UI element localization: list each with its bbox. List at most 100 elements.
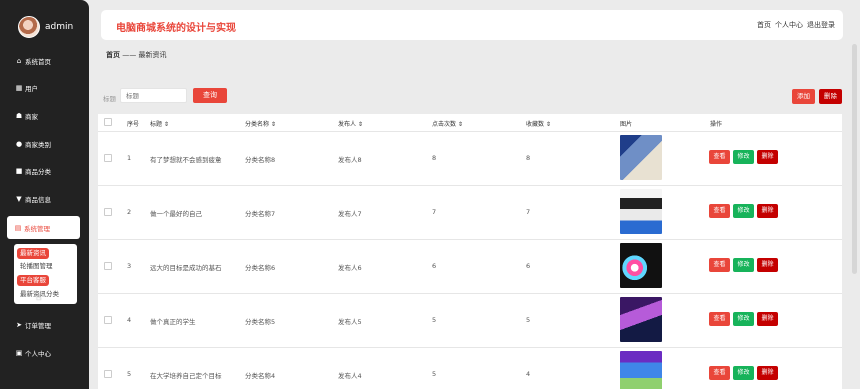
table-row: 3 远大的目标是成功的基石 分类名称6 发布人6 6 6 查看 修改 删除 — [98, 239, 842, 293]
system-submenu: 最新资讯 轮播图管理 平台客服 最新资讯分类 — [14, 244, 77, 304]
news-table: 序号 标题 ⇕ 分类名称 ⇕ 发布人 ⇕ 点击次数 ⇕ 收藏数 ⇕ 图片 操作 … — [98, 114, 842, 389]
col-favorites[interactable]: 收藏数 ⇕ — [526, 119, 551, 128]
product-thumbnail — [620, 135, 662, 180]
page-scrollbar[interactable] — [852, 44, 857, 274]
edit-button[interactable]: 修改 — [733, 150, 754, 164]
submenu-customer-service[interactable]: 平台客服 — [17, 275, 49, 286]
send-icon: ➤ — [16, 321, 22, 329]
cell-category: 分类名称8 — [245, 156, 276, 164]
breadcrumb-home[interactable]: 首页 — [106, 51, 120, 59]
view-button[interactable]: 查看 — [709, 366, 730, 380]
cell-category: 分类名称5 — [245, 318, 276, 326]
view-button[interactable]: 查看 — [709, 150, 730, 164]
delete-button[interactable]: 删除 — [757, 150, 778, 164]
batch-delete-button[interactable]: 删除 — [819, 89, 842, 104]
table-row: 4 做个真正的学生 分类名称5 发布人5 5 5 查看 修改 删除 — [98, 293, 842, 347]
cell-category: 分类名称7 — [245, 210, 276, 218]
delete-button[interactable]: 删除 — [757, 204, 778, 218]
edit-button[interactable]: 修改 — [733, 312, 754, 326]
username: admin — [45, 22, 74, 32]
sidebar-item-users[interactable]: ▦ 用户 — [15, 81, 38, 95]
submenu-latest-news[interactable]: 最新资讯 — [17, 248, 49, 259]
col-image: 图片 — [620, 121, 633, 128]
avatar[interactable] — [18, 16, 40, 38]
cell-clicks: 5 — [432, 316, 437, 324]
select-all-checkbox[interactable] — [104, 118, 112, 126]
cell-clicks: 7 — [432, 208, 437, 216]
row-checkbox[interactable] — [104, 316, 112, 324]
cell-clicks: 5 — [432, 370, 437, 378]
edit-button[interactable]: 修改 — [733, 366, 754, 380]
col-category[interactable]: 分类名称 ⇕ — [245, 119, 276, 128]
edit-button[interactable]: 修改 — [733, 204, 754, 218]
sidebar-item-home[interactable]: ⌂ 系统首页 — [15, 54, 51, 68]
view-button[interactable]: 查看 — [709, 258, 730, 272]
row-checkbox[interactable] — [104, 208, 112, 216]
sidebar-item-profile[interactable]: ▣ 个人中心 — [15, 346, 51, 360]
link-home[interactable]: 首页 — [757, 20, 771, 30]
cell-clicks: 8 — [432, 154, 437, 162]
link-profile[interactable]: 个人中心 — [775, 20, 803, 30]
delete-button[interactable]: 删除 — [757, 312, 778, 326]
breadcrumb: 首页 —— 最新资讯 — [106, 50, 166, 60]
edit-button[interactable]: 修改 — [733, 258, 754, 272]
cell-author: 发布人8 — [338, 156, 362, 164]
row-actions: 查看 修改 删除 — [709, 312, 778, 326]
sidebar-item-merchant-types[interactable]: ● 商家类别 — [15, 137, 51, 151]
cell-favorites: 5 — [526, 316, 531, 324]
top-header: 电脑商城系统的设计与实现 首页 个人中心 退出登录 — [101, 10, 843, 40]
app-title: 电脑商城系统的设计与实现 — [116, 23, 236, 34]
col-title[interactable]: 标题 ⇕ — [150, 119, 169, 128]
sidebar-item-system[interactable]: ▤ 系统管理 — [7, 216, 80, 239]
breadcrumb-separator: —— — [122, 51, 137, 59]
cell-author: 发布人7 — [338, 210, 362, 218]
product-thumbnail — [620, 297, 662, 342]
shop-icon: ☗ — [15, 112, 23, 120]
row-checkbox[interactable] — [104, 370, 112, 378]
sidebar-item-product-categories[interactable]: ■ 商品分类 — [15, 164, 51, 178]
delete-button[interactable]: 删除 — [757, 258, 778, 272]
user-profile[interactable]: admin — [18, 16, 73, 38]
sidebar-item-label: 用户 — [25, 85, 38, 93]
search-input[interactable] — [120, 88, 187, 103]
person-icon: ● — [15, 140, 23, 148]
cell-index: 3 — [127, 262, 132, 270]
row-checkbox[interactable] — [104, 262, 112, 270]
view-button[interactable]: 查看 — [709, 312, 730, 326]
hand-cursor-icon: ☝ — [36, 293, 42, 303]
table-row: 1 有了梦想就不会感到疲惫 分类名称8 发布人8 8 8 查看 修改 删除 — [98, 131, 842, 185]
list-icon: ▤ — [14, 223, 22, 232]
col-clicks[interactable]: 点击次数 ⇕ — [432, 119, 463, 128]
cell-category: 分类名称4 — [245, 372, 276, 380]
col-author[interactable]: 发布人 ⇕ — [338, 119, 363, 128]
box-icon: ■ — [15, 167, 23, 175]
cell-author: 发布人6 — [338, 264, 362, 272]
product-thumbnail — [620, 243, 662, 288]
cell-favorites: 7 — [526, 208, 531, 216]
sidebar-item-label: 商品分类 — [25, 168, 51, 176]
cell-favorites: 6 — [526, 262, 531, 270]
delete-button[interactable]: 删除 — [757, 366, 778, 380]
row-actions: 查看 修改 删除 — [709, 204, 778, 218]
add-button[interactable]: 添加 — [792, 89, 815, 104]
view-button[interactable]: 查看 — [709, 204, 730, 218]
link-logout[interactable]: 退出登录 — [807, 20, 835, 30]
row-checkbox[interactable] — [104, 154, 112, 162]
sidebar-item-label: 订单管理 — [25, 322, 51, 330]
home-icon: ⌂ — [16, 57, 22, 65]
sidebar-item-merchants[interactable]: ☗ 商家 — [15, 109, 38, 123]
search-button[interactable]: 查询 — [193, 88, 227, 103]
col-actions: 操作 — [710, 121, 723, 128]
sidebar-item-orders[interactable]: ➤ 订单管理 — [15, 318, 51, 332]
submenu-carousel[interactable]: 轮播图管理 — [17, 261, 56, 272]
sidebar-item-label: 商家 — [25, 113, 38, 121]
cell-index: 1 — [127, 154, 132, 162]
top-links: 首页 个人中心 退出登录 — [757, 20, 835, 30]
sidebar-item-label: 系统管理 — [24, 224, 50, 233]
grid-icon: ▦ — [15, 84, 23, 92]
cell-title: 做个真正的学生 — [150, 318, 196, 326]
window-icon: ▣ — [15, 349, 23, 357]
cell-favorites: 8 — [526, 154, 531, 162]
cell-title: 在大学培养自己定个目标 — [150, 372, 222, 380]
sidebar-item-products[interactable]: ▼ 商品信息 — [15, 192, 51, 206]
